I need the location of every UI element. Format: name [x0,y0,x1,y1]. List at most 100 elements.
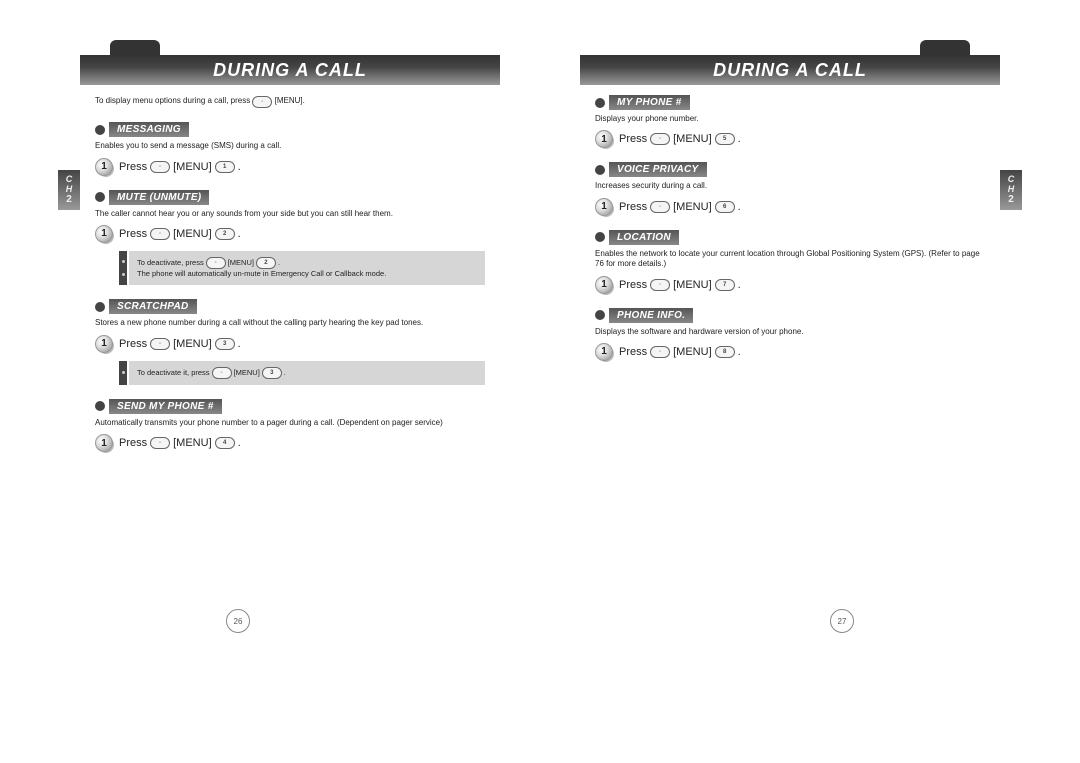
intro-prefix: To display menu options during a call, p… [95,96,252,105]
step-text: Press ◦ [MENU] 8 . [619,346,741,358]
section-scratchpad-desc: Stores a new phone number during a call … [95,318,485,328]
section-voiceprivacy-label: VOICE PRIVACY [609,162,707,177]
step-row: 1 Press ◦ [MENU] 1 . [95,158,485,176]
section-myphone-label: MY PHONE # [609,95,690,110]
section-voiceprivacy-desc: Increases security during a call. [595,181,985,191]
note-box-scratchpad: To deactivate it, press ◦ [MENU] 3 . [129,361,485,385]
step-row: 1 Press ◦ [MENU] 5 . [595,130,985,148]
section-scratchpad-heading: SCRATCHPAD [95,299,485,314]
chapter-h: H [1008,185,1015,195]
soft-key-icon: ◦ [150,228,170,240]
section-phoneinfo-heading: PHONE INFO. [595,308,985,323]
digit-key-icon: 3 [262,367,282,379]
chapter-number: 2 [66,194,72,205]
section-scratchpad-label: SCRATCHPAD [109,299,197,314]
step-badge: 1 [95,335,113,353]
digit-key-icon: 2 [256,257,276,269]
section-messaging-heading: MESSAGING [95,122,485,137]
note-line: To deactivate it, press ◦ [MENU] 3 . [137,367,477,379]
chapter-h: H [66,185,73,195]
section-voiceprivacy-heading: VOICE PRIVACY [595,162,985,177]
step-badge: 1 [95,225,113,243]
step-badge: 1 [595,198,613,216]
content-left: To display menu options during a call, p… [95,95,485,460]
chapter-tab: C H 2 [1000,170,1022,210]
bullet-icon [595,310,605,320]
note-side [119,361,127,385]
digit-key-icon: 4 [215,437,235,449]
soft-key-icon: ◦ [212,367,232,379]
bullet-icon [95,302,105,312]
digit-key-icon: 2 [215,228,235,240]
soft-key-icon: ◦ [650,201,670,213]
section-messaging-label: MESSAGING [109,122,189,137]
section-mute-desc: The caller cannot hear you or any sounds… [95,209,485,219]
step-text: Press ◦ [MENU] 1 . [119,161,241,173]
intro-suffix: [MENU]. [275,96,305,105]
bullet-icon [595,232,605,242]
step-text: Press ◦ [MENU] 3 . [119,338,241,350]
step-row: 1 Press ◦ [MENU] 2 . [95,225,485,243]
section-location-heading: LOCATION [595,230,985,245]
section-phoneinfo-label: PHONE INFO. [609,308,693,323]
step-row: 1 Press ◦ [MENU] 8 . [595,343,985,361]
section-phoneinfo-desc: Displays the software and hardware versi… [595,327,985,337]
section-location-label: LOCATION [609,230,679,245]
bullet-icon [595,98,605,108]
section-sendmyphone-heading: SEND MY PHONE # [95,399,485,414]
bullet-icon [95,125,105,135]
section-sendmyphone-label: SEND MY PHONE # [109,399,222,414]
step-row: 1 Press ◦ [MENU] 7 . [595,276,985,294]
page-right: DURING A CALL C H 2 MY PHONE # Displays … [540,0,1080,763]
section-location-desc: Enables the network to locate your curre… [595,249,985,270]
section-sendmyphone-desc: Automatically transmits your phone numbe… [95,418,485,428]
note-side [119,251,127,286]
step-row: 1 Press ◦ [MENU] 3 . [95,335,485,353]
section-myphone-desc: Displays your phone number. [595,114,985,124]
soft-key-icon: ◦ [150,161,170,173]
page-title: DURING A CALL [213,60,367,81]
header-tab [110,40,160,55]
digit-key-icon: 5 [715,133,735,145]
step-badge: 1 [95,434,113,452]
soft-key-icon: ◦ [650,133,670,145]
manual-spread: DURING A CALL C H 2 To display menu opti… [0,0,1080,763]
page-left: DURING A CALL C H 2 To display menu opti… [0,0,540,763]
digit-key-icon: 8 [715,346,735,358]
digit-key-icon: 3 [215,338,235,350]
header-tab [920,40,970,55]
step-badge: 1 [595,343,613,361]
soft-key-icon: ◦ [650,279,670,291]
note-line: The phone will automatically un-mute in … [137,269,477,280]
bullet-icon [95,192,105,202]
step-text: Press ◦ [MENU] 5 . [619,133,741,145]
step-text: Press ◦ [MENU] 4 . [119,437,241,449]
chapter-tab: C H 2 [58,170,80,210]
step-row: 1 Press ◦ [MENU] 6 . [595,198,985,216]
page-title: DURING A CALL [713,60,867,81]
step-badge: 1 [595,130,613,148]
intro-text: To display menu options during a call, p… [95,95,485,108]
page-header: DURING A CALL [80,55,500,85]
page-number: 27 [830,609,854,633]
bullet-icon [595,165,605,175]
digit-key-icon: 1 [215,161,235,173]
digit-key-icon: 6 [715,201,735,213]
section-messaging-desc: Enables you to send a message (SMS) duri… [95,141,485,151]
page-header: DURING A CALL [580,55,1000,85]
soft-key-icon: ◦ [252,96,272,108]
section-mute-label: MUTE (UNMUTE) [109,190,209,205]
step-text: Press ◦ [MENU] 2 . [119,228,241,240]
step-row: 1 Press ◦ [MENU] 4 . [95,434,485,452]
step-text: Press ◦ [MENU] 6 . [619,201,741,213]
soft-key-icon: ◦ [150,437,170,449]
step-badge: 1 [595,276,613,294]
page-number: 26 [226,609,250,633]
chapter-number: 2 [1008,194,1014,205]
bullet-icon [95,401,105,411]
step-text: Press ◦ [MENU] 7 . [619,279,741,291]
soft-key-icon: ◦ [650,346,670,358]
note-line: To deactivate, press ◦ [MENU] 2 . [137,257,477,269]
digit-key-icon: 7 [715,279,735,291]
note-box-mute: To deactivate, press ◦ [MENU] 2 . The ph… [129,251,485,286]
